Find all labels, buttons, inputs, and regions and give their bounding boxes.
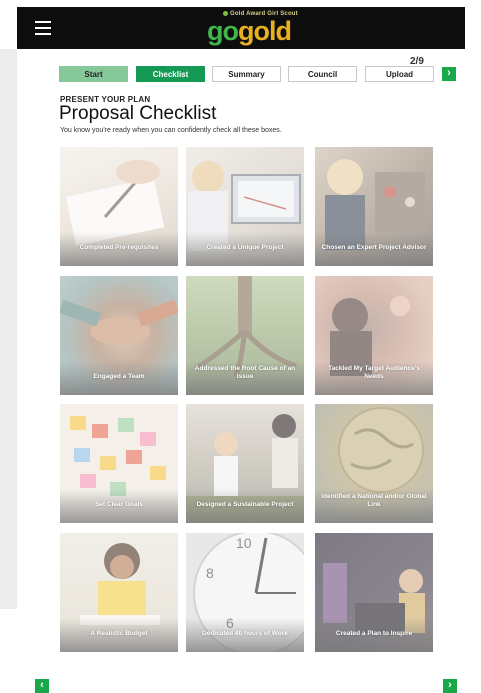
step-summary[interactable]: Summary (212, 66, 281, 82)
checklist-tile[interactable]: A Realistic Budget (60, 533, 178, 652)
checklist-tile[interactable]: Created a Plan to Inspire (315, 533, 433, 652)
tile-label: Created a Plan to Inspire (335, 630, 413, 637)
next-page-button[interactable]: › (443, 679, 457, 693)
tile-label: Tackled My Target Audience's Needs (328, 365, 420, 380)
tile-label: Chosen an Expert Project Advisor (321, 244, 427, 251)
tile-label: Engaged a Team (93, 373, 145, 380)
tile-label: Dedicated 80 hours of Work (202, 630, 288, 637)
checklist-tile[interactable]: Designed a Sustainable Project (186, 404, 304, 523)
page-subtitle: You know you're ready when you can confi… (60, 127, 282, 134)
checklist-tile[interactable]: Tackled My Target Audience's Needs (315, 276, 433, 395)
checklist-tile[interactable]: Chosen an Expert Project Advisor (315, 147, 433, 266)
page-title: Proposal Checklist (59, 103, 217, 124)
left-edge-panel (0, 49, 17, 609)
tile-label: Set Clear Goals (94, 501, 144, 508)
logo-go: go (207, 16, 239, 46)
checklist-tile[interactable]: Created a Unique Project (186, 147, 304, 266)
tile-label: Identified a National and/or Global Link (321, 493, 427, 508)
step-start[interactable]: Start (59, 66, 128, 82)
checklist-tile[interactable]: Set Clear Goals (60, 404, 178, 523)
step-council[interactable]: Council (288, 66, 357, 82)
tile-label: Addressed the Root Cause of an Issue (194, 365, 296, 380)
prev-page-button[interactable]: ‹ (35, 679, 49, 693)
checklist-tile[interactable]: Engaged a Team (60, 276, 178, 395)
tile-label: A Realistic Budget (90, 630, 148, 637)
hamburger-menu-icon[interactable] (35, 21, 51, 35)
step-upload[interactable]: Upload (365, 66, 434, 82)
gogold-logo[interactable]: Gold Award Girl Scout gogold (207, 11, 298, 46)
logo-gold: gold (238, 16, 292, 46)
chevron-right-icon: › (448, 679, 452, 691)
top-bar: Gold Award Girl Scout gogold (17, 7, 465, 49)
tile-label: Designed a Sustainable Project (196, 501, 294, 508)
chevron-left-icon: ‹ (40, 679, 44, 691)
step-checklist[interactable]: Checklist (136, 66, 205, 82)
tile-label: Created a Unique Project (206, 244, 284, 251)
checklist-grid: Completed Pre-requisites Created a Uniqu… (60, 147, 434, 653)
steps-next-button[interactable]: › (442, 67, 456, 81)
tile-label: Completed Pre-requisites (79, 244, 159, 251)
chevron-right-icon: › (447, 67, 451, 79)
checklist-tile[interactable]: 8 10 6 Dedicated 80 hours of Work (186, 533, 304, 652)
checklist-tile[interactable]: Addressed the Root Cause of an Issue (186, 276, 304, 395)
checklist-tile[interactable]: Identified a National and/or Global Link (315, 404, 433, 523)
checklist-tile[interactable]: Completed Pre-requisites (60, 147, 178, 266)
